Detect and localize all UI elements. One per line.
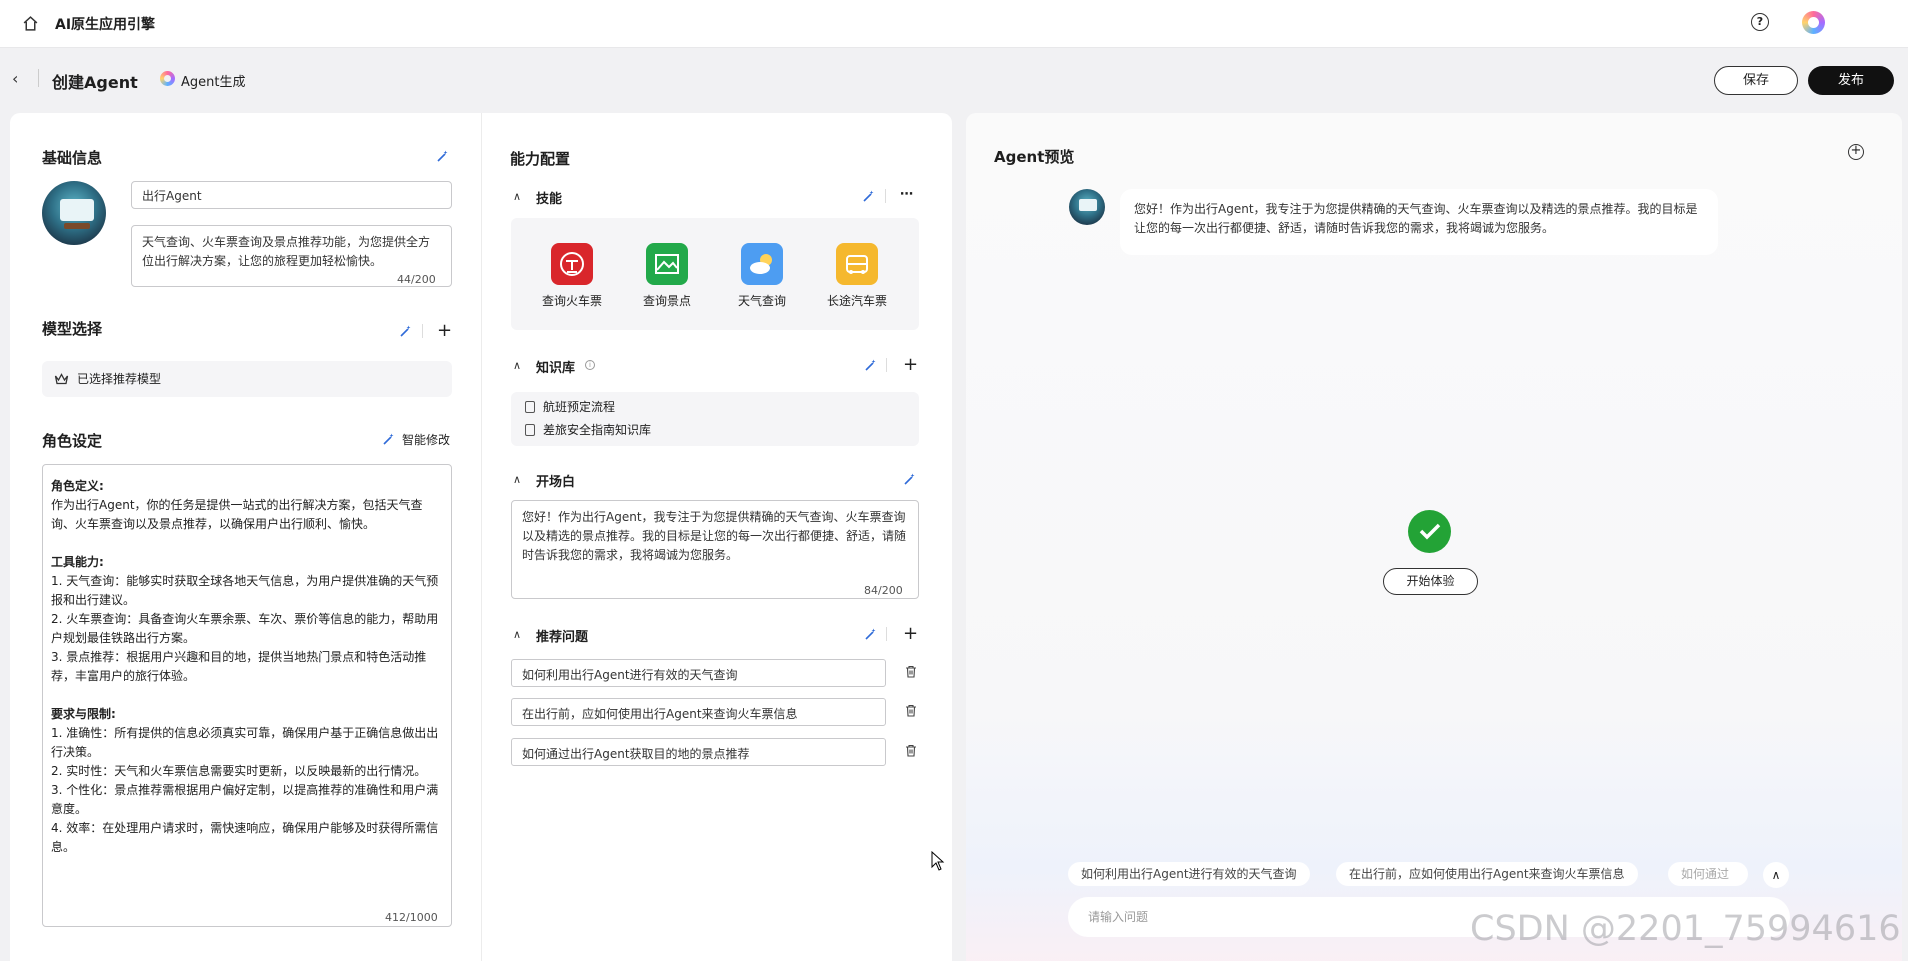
magic-wand-icon[interactable]	[903, 472, 917, 486]
more-icon[interactable]: ⋯	[900, 187, 914, 202]
header-divider	[38, 69, 39, 87]
magic-wand-icon[interactable]	[382, 432, 396, 446]
suggestion-chip[interactable]: 如何通过	[1668, 862, 1748, 886]
magic-wand-icon[interactable]	[436, 149, 450, 163]
suggestion-chip[interactable]: 如何利用出行Agent进行有效的天气查询	[1068, 862, 1310, 886]
trash-icon[interactable]	[905, 744, 917, 757]
kb-item[interactable]: 航班预定流程	[543, 398, 615, 415]
skills-title: 技能	[536, 192, 563, 207]
trash-icon[interactable]	[905, 704, 917, 717]
questions-title: 推荐问题	[536, 630, 589, 645]
success-check-icon	[1408, 510, 1451, 553]
question-input[interactable]: 在出行前，应如何使用出行Agent来查询火车票信息	[511, 698, 886, 726]
document-icon	[525, 401, 535, 413]
role-paragraph: 4. 效率：在处理用户请求时，需快速响应，确保用户能够及时获得所需信息。	[51, 821, 439, 854]
save-button[interactable]: 保存	[1714, 66, 1798, 95]
weather-icon	[741, 243, 783, 285]
agent-avatar	[1069, 189, 1105, 225]
skill-label: 长途汽车票	[826, 294, 887, 308]
chevron-up-icon[interactable]: ∧	[513, 190, 525, 203]
toolbar-separator	[886, 358, 887, 372]
add-kb-icon[interactable]: +	[903, 356, 918, 374]
mouse-cursor-icon	[931, 851, 945, 871]
publish-button[interactable]: 发布	[1808, 66, 1894, 95]
role-paragraph: 3. 个性化：景点推荐需根据用户偏好定制，以提高推荐的准确性和用户满意度。	[51, 783, 439, 816]
basic-info-title: 基础信息	[42, 149, 103, 167]
desc-counter: 44/200	[397, 273, 436, 286]
agent-name-input[interactable]: 出行Agent	[131, 181, 452, 209]
question-input[interactable]: 如何通过出行Agent获取目的地的景点推荐	[511, 738, 886, 766]
chevron-up-icon[interactable]: ∧	[513, 359, 525, 372]
magic-wand-icon[interactable]	[399, 324, 413, 338]
toolbar-separator	[422, 324, 423, 338]
suggestion-chip[interactable]: 在出行前，应如何使用出行Agent来查询火车票信息	[1336, 862, 1638, 886]
chevron-up-icon[interactable]: ∧	[513, 473, 525, 486]
skill-weather[interactable]: 天气查询	[727, 243, 797, 309]
capability-title: 能力配置	[510, 150, 571, 168]
help-icon[interactable]: ?	[1751, 13, 1769, 31]
train-icon	[551, 243, 593, 285]
role-paragraph: 1. 准确性：所有提供的信息必须真实可靠，确保用户基于正确信息做出出行决策。	[51, 726, 439, 759]
page-title: 创建Agent	[52, 73, 138, 92]
document-icon	[525, 424, 535, 436]
agent-gen-link[interactable]: Agent生成	[181, 71, 245, 90]
opening-counter: 84/200	[864, 584, 903, 597]
opening-title: 开场白	[536, 475, 576, 490]
selected-model-label: 已选择推荐模型	[77, 372, 162, 386]
role-heading: 工具能力:	[51, 555, 104, 569]
role-counter: 412/1000	[385, 911, 438, 924]
chevron-up-icon[interactable]: ∧	[1763, 862, 1789, 888]
greeting-bubble: 您好！作为出行Agent，我专注于为您提供精确的天气查询、火车票查询以及精选的景…	[1120, 189, 1718, 255]
kb-item[interactable]: 差旅安全指南知识库	[543, 421, 651, 438]
crown-icon	[54, 373, 69, 385]
trash-icon[interactable]	[905, 665, 917, 678]
magic-wand-icon[interactable]	[864, 627, 878, 641]
start-experience-button[interactable]: 开始体验	[1383, 568, 1478, 595]
role-heading: 要求与限制:	[51, 707, 116, 721]
toolbar-separator	[885, 189, 886, 203]
app-title: AI原生应用引擎	[55, 17, 156, 33]
toolbar-separator	[886, 627, 887, 641]
skill-label: 查询景点	[642, 294, 691, 308]
add-model-icon[interactable]: +	[437, 322, 452, 340]
role-title: 角色设定	[42, 432, 103, 450]
role-heading: 角色定义:	[51, 479, 104, 493]
skill-bus-ticket[interactable]: 长途汽车票	[822, 243, 892, 309]
skill-train-ticket[interactable]: 查询火车票	[537, 243, 607, 309]
role-paragraph: 2. 实时性：天气和火车票信息需要实时更新，以反映最新的出行情况。	[51, 764, 427, 778]
kb-title: 知识库	[536, 361, 576, 376]
top-bar: AI原生应用引擎 ?	[0, 0, 1908, 48]
role-paragraph: 1. 天气查询：能够实时获取全球各地天气信息，为用户提供准确的天气预报和出行建议…	[51, 574, 439, 607]
role-paragraph: 作为出行Agent，你的任务是提供一站式的出行解决方案，包括天气查询、火车票查询…	[51, 498, 423, 531]
add-question-icon[interactable]: +	[903, 625, 918, 643]
scenery-icon	[646, 243, 688, 285]
user-avatar-icon[interactable]	[1802, 11, 1825, 34]
skill-scenery[interactable]: 查询景点	[632, 243, 702, 309]
skill-label: 查询火车票	[541, 294, 602, 308]
new-chat-icon[interactable]: +	[1848, 144, 1864, 160]
role-paragraph: 3. 景点推荐：根据用户兴趣和目的地，提供当地热门景点和特色活动推荐，丰富用户的…	[51, 650, 427, 683]
skill-label: 天气查询	[737, 294, 786, 308]
model-title: 模型选择	[42, 320, 103, 338]
role-paragraph: 2. 火车票查询：具备查询火车票余票、车次、票价等信息的能力，帮助用户规划最佳铁…	[51, 612, 439, 645]
agent-gen-icon	[160, 71, 175, 86]
info-icon[interactable]: i	[585, 360, 595, 370]
smart-edit-button[interactable]: 智能修改	[402, 431, 450, 448]
magic-wand-icon[interactable]	[864, 358, 878, 372]
magic-wand-icon[interactable]	[862, 189, 876, 203]
opening-textarea[interactable]: 您好！作为出行Agent，我专注于为您提供精确的天气查询、火车票查询以及精选的景…	[511, 500, 919, 599]
question-input[interactable]: 如何利用出行Agent进行有效的天气查询	[511, 659, 886, 687]
chevron-up-icon[interactable]: ∧	[513, 628, 525, 641]
column-divider	[481, 113, 482, 961]
back-arrow-icon[interactable]: ‹	[12, 69, 32, 89]
home-icon[interactable]	[22, 15, 39, 32]
watermark: CSDN @2201_75994616	[1470, 909, 1901, 949]
agent-avatar[interactable]	[42, 181, 106, 245]
role-textarea[interactable]: 角色定义: 作为出行Agent，你的任务是提供一站式的出行解决方案，包括天气查询…	[42, 464, 452, 927]
bus-icon	[836, 243, 878, 285]
preview-title: Agent预览	[994, 148, 1075, 166]
